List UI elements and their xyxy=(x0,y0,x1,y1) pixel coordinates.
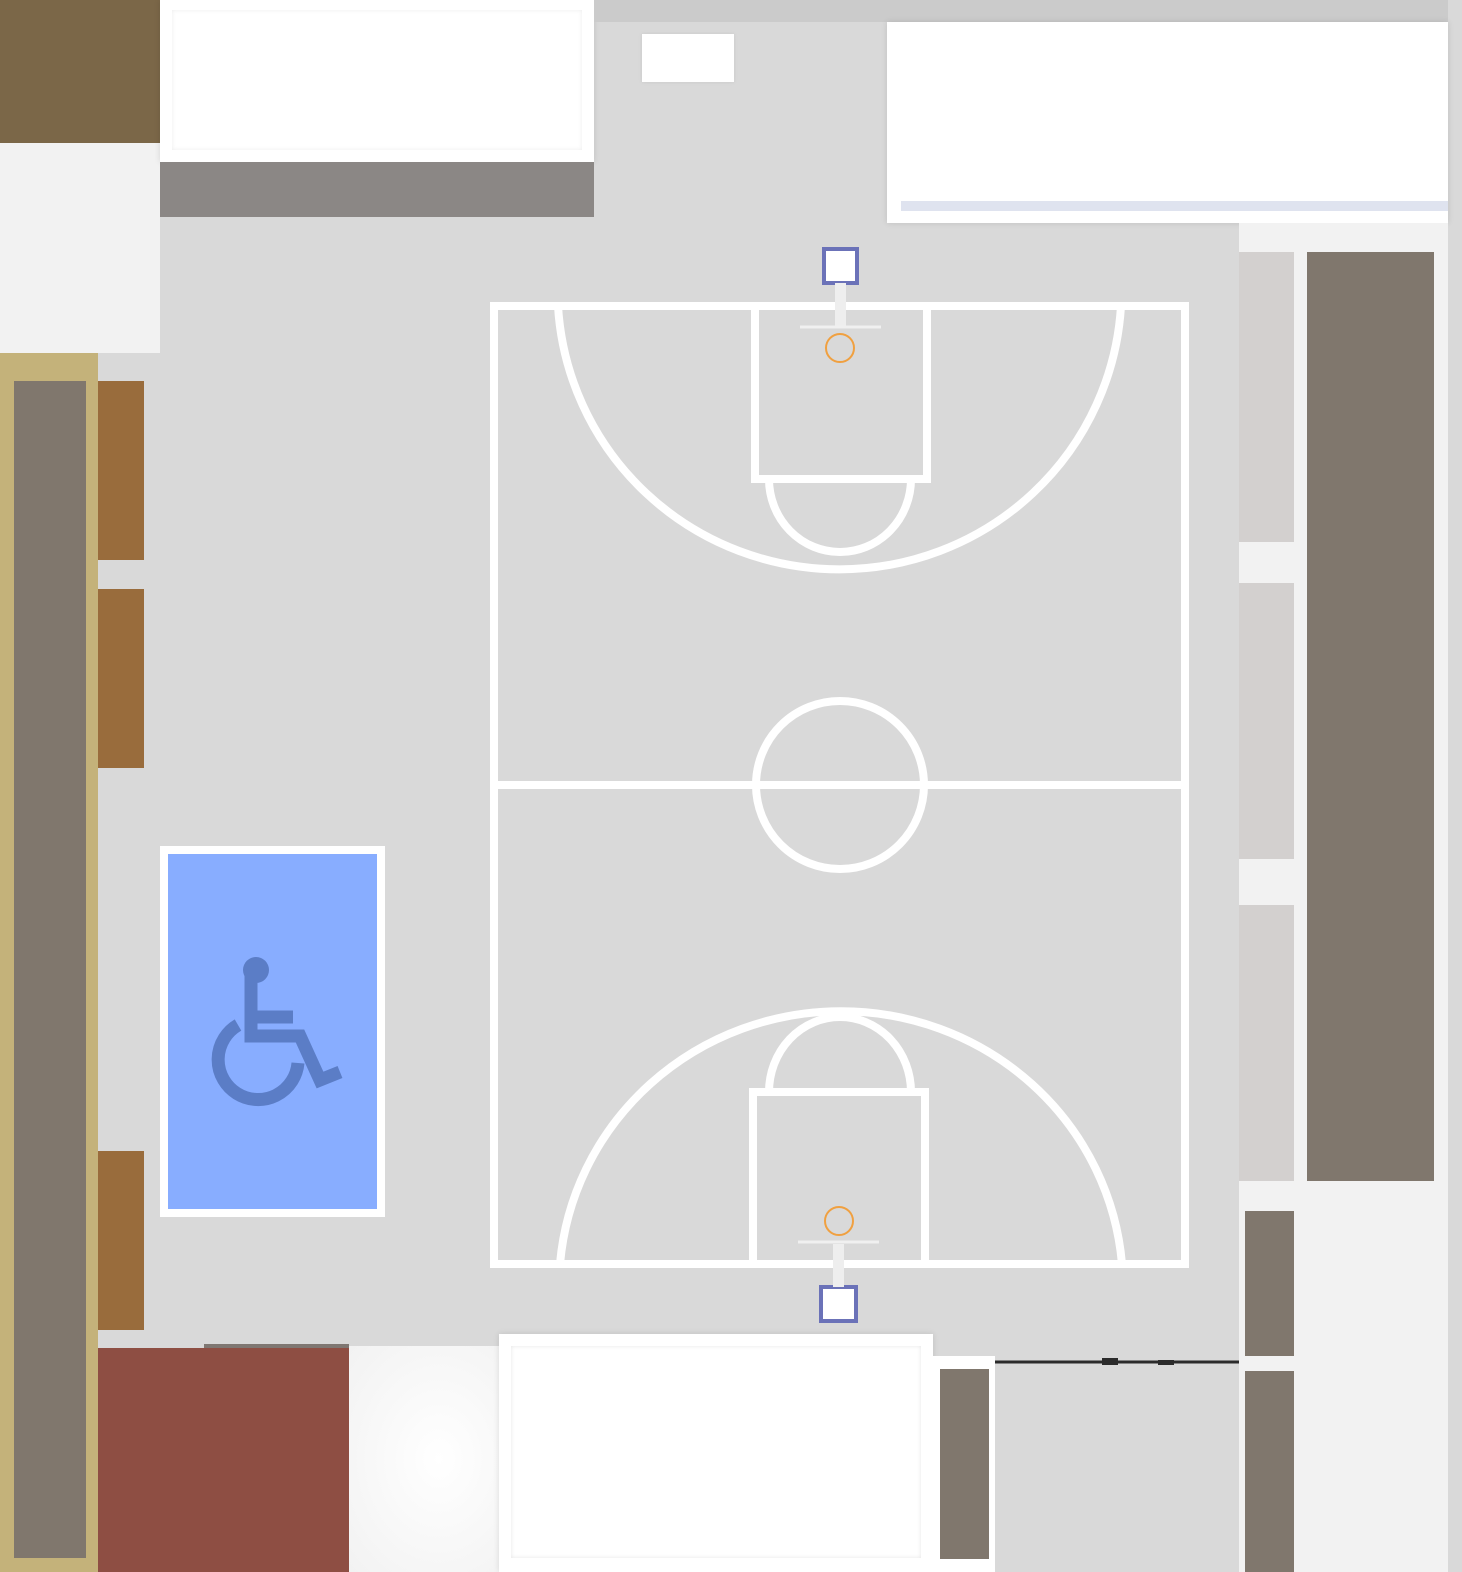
key-bottom xyxy=(749,1088,929,1268)
basketball-court[interactable] xyxy=(490,302,1189,1268)
wheelchair-icon xyxy=(211,957,343,1106)
free-throw-arc-bottom xyxy=(765,1013,915,1093)
map-canvas[interactable]: { "map": { "type": "indoor-facility-floo… xyxy=(0,0,1462,1572)
gate-line xyxy=(995,1358,1239,1365)
three-point-arc-top xyxy=(554,305,1125,574)
free-throw-arc-top xyxy=(765,478,915,556)
court-overlay xyxy=(211,247,1239,1365)
key-top xyxy=(751,302,931,483)
three-point-arc-bottom xyxy=(556,1007,1126,1265)
